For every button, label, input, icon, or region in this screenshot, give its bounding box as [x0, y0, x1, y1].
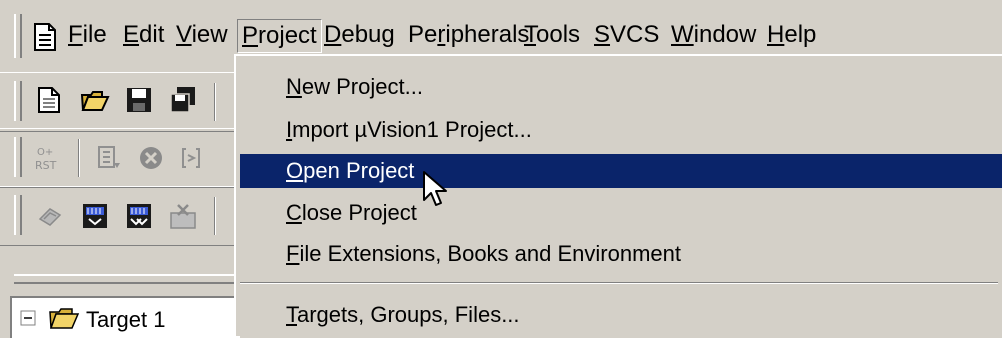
menu-peripherals[interactable]: Peripherals [404, 19, 533, 51]
stop-build-icon[interactable] [168, 201, 198, 231]
translate-icon[interactable] [36, 201, 66, 231]
menu-item-targets-groups-files[interactable]: Targets, Groups, Files... [240, 298, 1002, 332]
tree-collapse-icon[interactable] [20, 310, 36, 326]
debug-toolbar: O+ RST [0, 128, 240, 188]
menu-window[interactable]: Window [667, 19, 760, 51]
build-icon[interactable] [80, 201, 110, 231]
menu-file[interactable]: File [64, 19, 111, 51]
menu-help[interactable]: Help [763, 19, 820, 51]
target-folder-icon [49, 308, 80, 329]
menu-tools[interactable]: Tools [520, 19, 584, 51]
new-file-icon[interactable] [34, 85, 64, 115]
menu-project[interactable]: Project [237, 19, 322, 53]
menu-item-new-project[interactable]: New Project... [240, 70, 1002, 104]
document-icon[interactable] [32, 22, 58, 52]
menu-separator [240, 282, 998, 284]
file-toolbar [0, 72, 240, 132]
stop-icon[interactable] [136, 143, 166, 173]
reset-cpu-icon[interactable]: O+ RST [34, 143, 64, 173]
menu-debug[interactable]: Debug [320, 19, 399, 51]
toolbar-grip[interactable] [14, 81, 22, 121]
open-folder-icon[interactable] [80, 85, 110, 115]
rebuild-icon[interactable] [124, 201, 154, 231]
save-disk-icon[interactable] [124, 85, 154, 115]
menu-item-import-uvision1-project[interactable]: Import µVision1 Project... [240, 113, 1002, 147]
menu-item-open-project[interactable]: Open Project [240, 154, 1002, 188]
toolbar-grip[interactable] [14, 137, 22, 177]
toolbar-dock-grip[interactable] [14, 274, 234, 284]
project-menu-dropdown: New Project... Import µVision1 Project..… [234, 54, 1002, 336]
menu-svcs[interactable]: SVCS [590, 19, 663, 51]
menu-view[interactable]: View [172, 19, 232, 51]
menu-edit[interactable]: Edit [119, 19, 168, 51]
toolbar-grip[interactable] [14, 195, 22, 235]
step-icon[interactable] [176, 143, 206, 173]
toolbar-separator [214, 197, 216, 235]
menubar-grip[interactable] [14, 14, 22, 58]
toolbar-separator [78, 139, 80, 177]
toolbar-separator [214, 83, 216, 121]
save-all-icon[interactable] [168, 85, 198, 115]
svg-text:RST: RST [35, 159, 57, 172]
project-window: Target 1 [10, 296, 240, 338]
menu-item-file-extensions[interactable]: File Extensions, Books and Environment [240, 237, 1002, 271]
build-toolbar [0, 186, 240, 246]
svg-text:O+: O+ [37, 147, 53, 158]
run-icon[interactable] [94, 143, 124, 173]
tree-item-target[interactable]: Target 1 [86, 306, 166, 334]
menu-item-close-project[interactable]: Close Project [240, 196, 1002, 230]
